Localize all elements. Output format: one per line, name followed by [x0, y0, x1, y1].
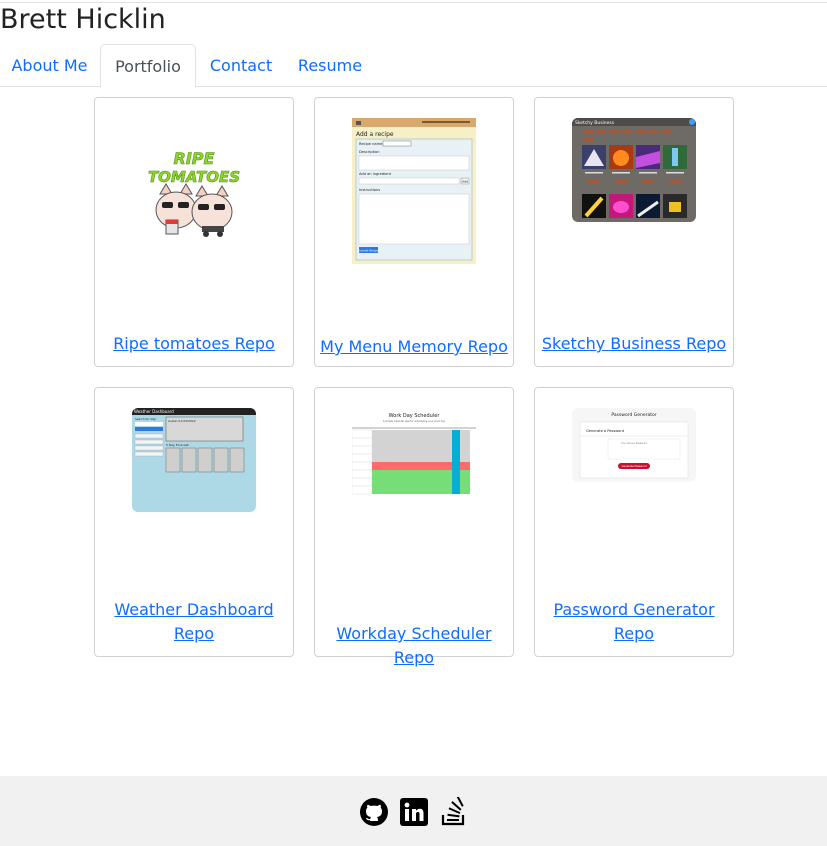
thumb-city-date: Austin 01/23/2022	[168, 419, 196, 423]
tab-portfolio[interactable]: Portfolio	[100, 44, 196, 88]
weather-dashboard-repo-link[interactable]: Weather Dashboard Repo	[95, 598, 293, 646]
linkedin-icon[interactable]	[399, 797, 429, 827]
github-icon[interactable]	[359, 797, 389, 827]
site-title: Brett Hicklin	[0, 4, 166, 35]
stackoverflow-icon[interactable]	[439, 797, 469, 827]
cat-mascot-left	[155, 183, 197, 235]
ripe-tomatoes-repo-link[interactable]: Ripe tomatoes Repo	[95, 332, 293, 356]
menu-memory-thumbnail[interactable]: Add a recipe Recipe name: Description Ad…	[352, 118, 476, 264]
thumb-add-button: Add	[462, 180, 468, 184]
thumb-submit: Submit Recipe	[358, 248, 378, 252]
tab-about-me[interactable]: About Me	[0, 44, 99, 87]
password-generator-repo-link[interactable]: Password Generator Repo	[535, 598, 733, 646]
thumb-secure-password: Your Secure Password	[621, 442, 647, 445]
sketchy-business-thumbnail[interactable]: Sketchy Business	[572, 118, 696, 222]
thumb-scheduler-title: Work Day Scheduler	[389, 413, 441, 419]
portfolio-card-ripe-tomatoes: RIPE TOMATOES Ripe tomatoes Repo	[94, 97, 294, 367]
thumb-sketchy-title: Sketchy Business	[575, 120, 615, 126]
portfolio-card-menu-memory: Add a recipe Recipe name: Description Ad…	[314, 97, 514, 367]
tab-contact[interactable]: Contact	[198, 44, 284, 87]
top-border	[0, 0, 827, 3]
portfolio-card-weather-dashboard: Weather Dashboard Search for City: Austi…	[94, 387, 294, 657]
workday-scheduler-repo-link[interactable]: Workday Scheduler Repo	[315, 622, 513, 670]
thumb-weather-title: Weather Dashboard	[134, 409, 174, 414]
footer	[0, 776, 827, 846]
thumb-description: Description	[359, 150, 379, 154]
thumb-title-line1: RIPE	[174, 149, 215, 168]
thumb-scheduler-subtitle: A simple calendar app for scheduling you…	[383, 420, 446, 423]
weather-dashboard-thumbnail[interactable]: Weather Dashboard Search for City: Austi…	[132, 408, 256, 512]
ripe-tomatoes-thumbnail[interactable]: RIPE TOMATOES	[132, 144, 256, 274]
password-generator-thumbnail[interactable]: Password Generator Generate a Password Y…	[572, 408, 696, 482]
thumb-add-recipe: Add a recipe	[356, 131, 394, 138]
thumb-generate-heading: Generate a Password	[586, 429, 624, 433]
workday-scheduler-thumbnail[interactable]: Work Day Scheduler A simple calendar app…	[352, 408, 476, 498]
sketchy-business-repo-link[interactable]: Sketchy Business Repo	[535, 332, 733, 356]
tab-resume[interactable]: Resume	[288, 44, 372, 87]
thumb-password-title: Password Generator	[611, 412, 656, 418]
thumb-generate-button: Generate Password	[621, 464, 646, 468]
portfolio-card-workday-scheduler: Work Day Scheduler A simple calendar app…	[314, 387, 514, 667]
portfolio-card-password-generator: Password Generator Generate a Password Y…	[534, 387, 734, 657]
portfolio-card-sketchy-business: Sketchy Business Sketchy Business Repo	[534, 97, 734, 367]
cat-mascot-right	[191, 185, 233, 237]
nav-tabs: About Me Portfolio Contact Resume	[0, 44, 827, 88]
thumb-five-day: 5 Day Forecast:	[166, 443, 189, 447]
thumb-add-ingredient: Add an ingredient	[359, 172, 392, 176]
thumb-title-line2: TOMATOES	[148, 168, 240, 186]
menu-memory-repo-link[interactable]: My Menu Memory Repo	[315, 335, 513, 359]
thumb-search-city: Search for City:	[135, 417, 157, 421]
thumb-instructions: Instructions	[359, 188, 380, 192]
thumb-recipe-name: Recipe name:	[359, 142, 384, 146]
